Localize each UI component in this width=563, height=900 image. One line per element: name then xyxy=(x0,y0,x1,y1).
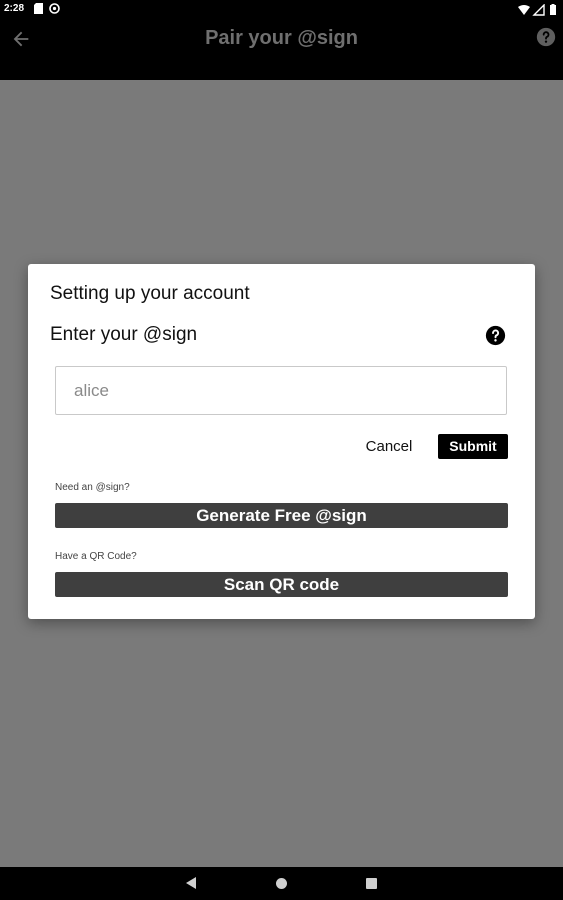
nav-back-icon[interactable] xyxy=(186,877,197,889)
status-time: 2:28 xyxy=(4,3,25,14)
navigation-bar xyxy=(0,867,563,900)
generate-free-atsign-button[interactable]: Generate Free @sign xyxy=(55,503,508,528)
atsign-field-label: Enter your @sign xyxy=(50,324,198,345)
setup-dialog: Setting up your account Enter your @sign… xyxy=(28,264,535,619)
nav-home-icon[interactable] xyxy=(276,878,287,889)
help-circle-icon[interactable] xyxy=(536,27,556,47)
page-title: Pair your @sign xyxy=(205,27,358,49)
cancel-button[interactable]: Cancel xyxy=(357,434,421,459)
dialog-title: Setting up your account xyxy=(50,283,250,304)
status-bar: 2:28 xyxy=(0,0,563,19)
need-atsign-hint: Need an @sign? xyxy=(55,482,130,493)
atsign-input[interactable] xyxy=(55,366,507,415)
status-icons-right xyxy=(517,3,559,16)
qr-code-hint: Have a QR Code? xyxy=(55,551,137,562)
wifi-icon xyxy=(518,5,530,15)
nav-recents-icon[interactable] xyxy=(366,878,377,889)
scan-qr-code-button[interactable]: Scan QR code xyxy=(55,572,508,597)
at-sync-icon xyxy=(49,3,60,14)
submit-button[interactable]: Submit xyxy=(438,434,508,459)
help-circle-icon[interactable] xyxy=(485,325,506,346)
cellular-icon xyxy=(532,3,545,16)
battery-icon xyxy=(550,5,556,15)
sd-card-icon xyxy=(34,3,43,14)
app-bar: Pair your @sign xyxy=(0,19,563,80)
